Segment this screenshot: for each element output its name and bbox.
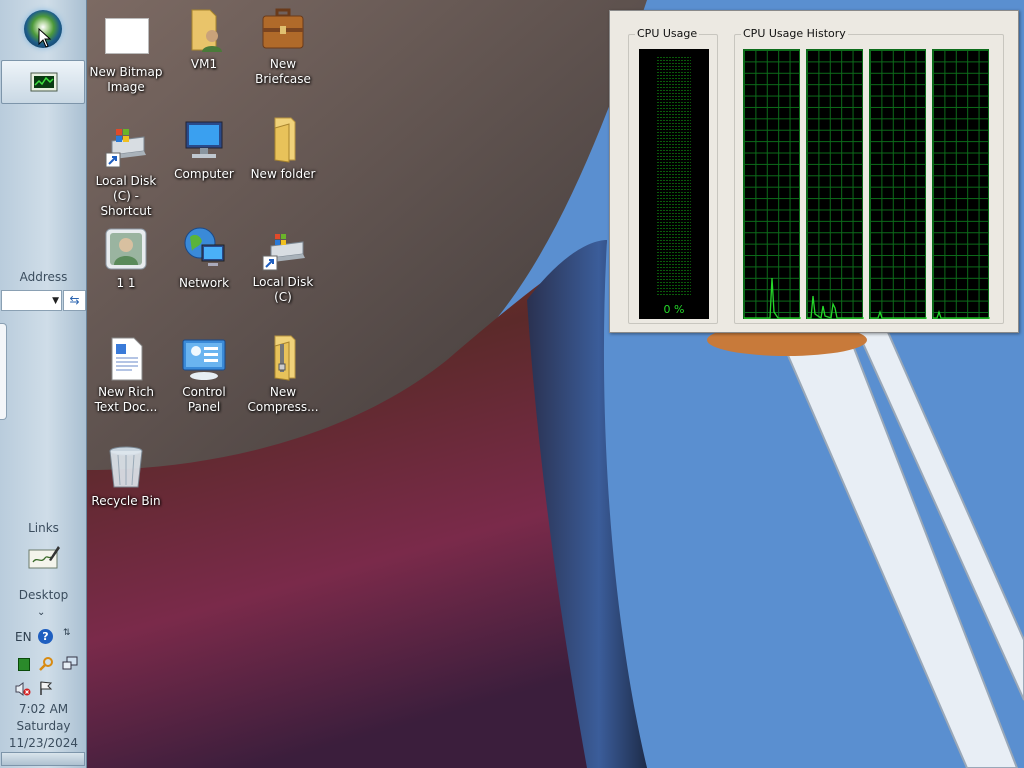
cpu-history-group: CPU Usage History [734, 27, 1004, 324]
user-folder-icon [180, 6, 228, 54]
task-manager-icon [30, 72, 58, 92]
user-account-icon [102, 225, 150, 273]
tray-options-icon[interactable]: ⇅ [63, 628, 71, 638]
chevron-down-icon[interactable]: ▼ [52, 296, 59, 306]
address-go-button[interactable]: ⇆ [63, 290, 86, 311]
clock-time[interactable]: 7:02 AM [0, 702, 87, 716]
desktop-icon-local-disk-shortcut[interactable]: Local Disk (C) - Shortcut [87, 123, 165, 219]
network-monitor-icon[interactable] [62, 656, 78, 670]
rich-text-doc-icon [102, 334, 150, 382]
drive-shortcut-icon [102, 123, 150, 171]
cpu-monitor-window[interactable]: CPU Usage 0 % CPU Usage History [609, 10, 1019, 333]
desktop-icon-label: New Compress... [247, 385, 319, 414]
cpu-history-graph-core-1 [743, 49, 801, 319]
clock-day[interactable]: Saturday [0, 719, 87, 733]
address-input[interactable]: ▼ [1, 290, 62, 311]
cpu-usage-title: CPU Usage [635, 27, 700, 40]
cpu-usage-value: 0 % [663, 303, 685, 316]
cpu-history-graph-core-4 [932, 49, 990, 319]
desktop-toolbar-label: Desktop [18, 588, 69, 602]
desktop-icon-new-bitmap-image[interactable]: New Bitmap Image [87, 14, 165, 95]
desktop-icon-vm1[interactable]: VM1 [165, 6, 243, 72]
desktop-icon-label: Control Panel [182, 385, 226, 414]
help-icon[interactable]: ? [38, 629, 53, 644]
recycle-bin-icon [102, 443, 150, 491]
desktop-icon-label: VM1 [190, 57, 218, 71]
chevron-double-down-icon[interactable]: ⌄ [37, 607, 45, 618]
volume-muted-icon[interactable] [15, 681, 31, 696]
briefcase-icon [259, 6, 307, 54]
clock-date[interactable]: 11/23/2024 [0, 736, 87, 750]
mouse-cursor-icon [38, 28, 52, 48]
sidebar-handle[interactable] [0, 323, 7, 420]
network-icon [180, 225, 228, 273]
desktop-icon-computer[interactable]: Computer [165, 116, 243, 182]
cpu-history-title: CPU Usage History [741, 27, 848, 40]
desktop-icon-label: Network [178, 276, 230, 290]
taskbar-button-task-manager[interactable] [1, 60, 85, 104]
desktop-icon-local-disk-c[interactable]: Local Disk (C) [244, 232, 322, 305]
tray-app-icon[interactable] [16, 657, 30, 671]
signature-document-icon[interactable] [27, 544, 61, 572]
desktop-icon-user-1-1[interactable]: 1 1 [87, 225, 165, 291]
desktop-icon-new-folder[interactable]: New folder [244, 116, 322, 182]
desktop-icon-new-rich-text-doc[interactable]: New Rich Text Doc... [87, 334, 165, 415]
desktop-icon-label: Computer [174, 167, 234, 181]
cpu-usage-meter: 0 % [639, 49, 709, 319]
desktop-icon-label: New Rich Text Doc... [94, 385, 158, 414]
desktop-icon-label: New Bitmap Image [89, 65, 163, 94]
magnifier-key-icon[interactable] [38, 656, 53, 671]
control-panel-icon [180, 334, 228, 382]
drive-shortcut-icon [259, 232, 307, 272]
desktop-icon-new-briefcase[interactable]: New Briefcase [244, 6, 322, 87]
desktop-icon-control-panel[interactable]: Control Panel [165, 334, 243, 415]
desktop-icon-label: 1 1 [116, 276, 136, 290]
desktop-icon-label: Local Disk (C) [252, 275, 314, 304]
desktop-icon-label: New Briefcase [255, 57, 311, 86]
desktop-icon-new-compressed-folder[interactable]: New Compress... [244, 334, 322, 415]
cpu-history-graph-core-3 [869, 49, 927, 319]
desktop-icon-recycle-bin[interactable]: Recycle Bin [87, 443, 165, 509]
links-toolbar-label: Links [28, 521, 59, 535]
desktop-icon-label: Local Disk (C) - Shortcut [95, 174, 157, 218]
refresh-arrows-icon: ⇆ [69, 293, 80, 307]
cpu-history-graph-core-2 [806, 49, 864, 320]
cpu-usage-bar [657, 55, 691, 295]
show-desktop-button[interactable] [1, 752, 85, 766]
bitmap-image-icon [102, 14, 150, 62]
address-toolbar-label: Address [19, 270, 68, 284]
desktop-icon-label: New folder [250, 167, 316, 181]
taskbar: Address ▼ ⇆ Links Desktop ⌄ EN ? ⇅ 7:02 … [0, 0, 87, 768]
computer-icon [180, 116, 228, 164]
zip-folder-icon [259, 334, 307, 382]
language-indicator[interactable]: EN [15, 630, 32, 644]
action-center-flag-icon[interactable] [38, 680, 53, 695]
desktop-icon-label: Recycle Bin [91, 494, 161, 508]
cpu-usage-group: CPU Usage 0 % [628, 27, 718, 324]
desktop-icon-network[interactable]: Network [165, 225, 243, 291]
folder-icon [259, 116, 307, 164]
